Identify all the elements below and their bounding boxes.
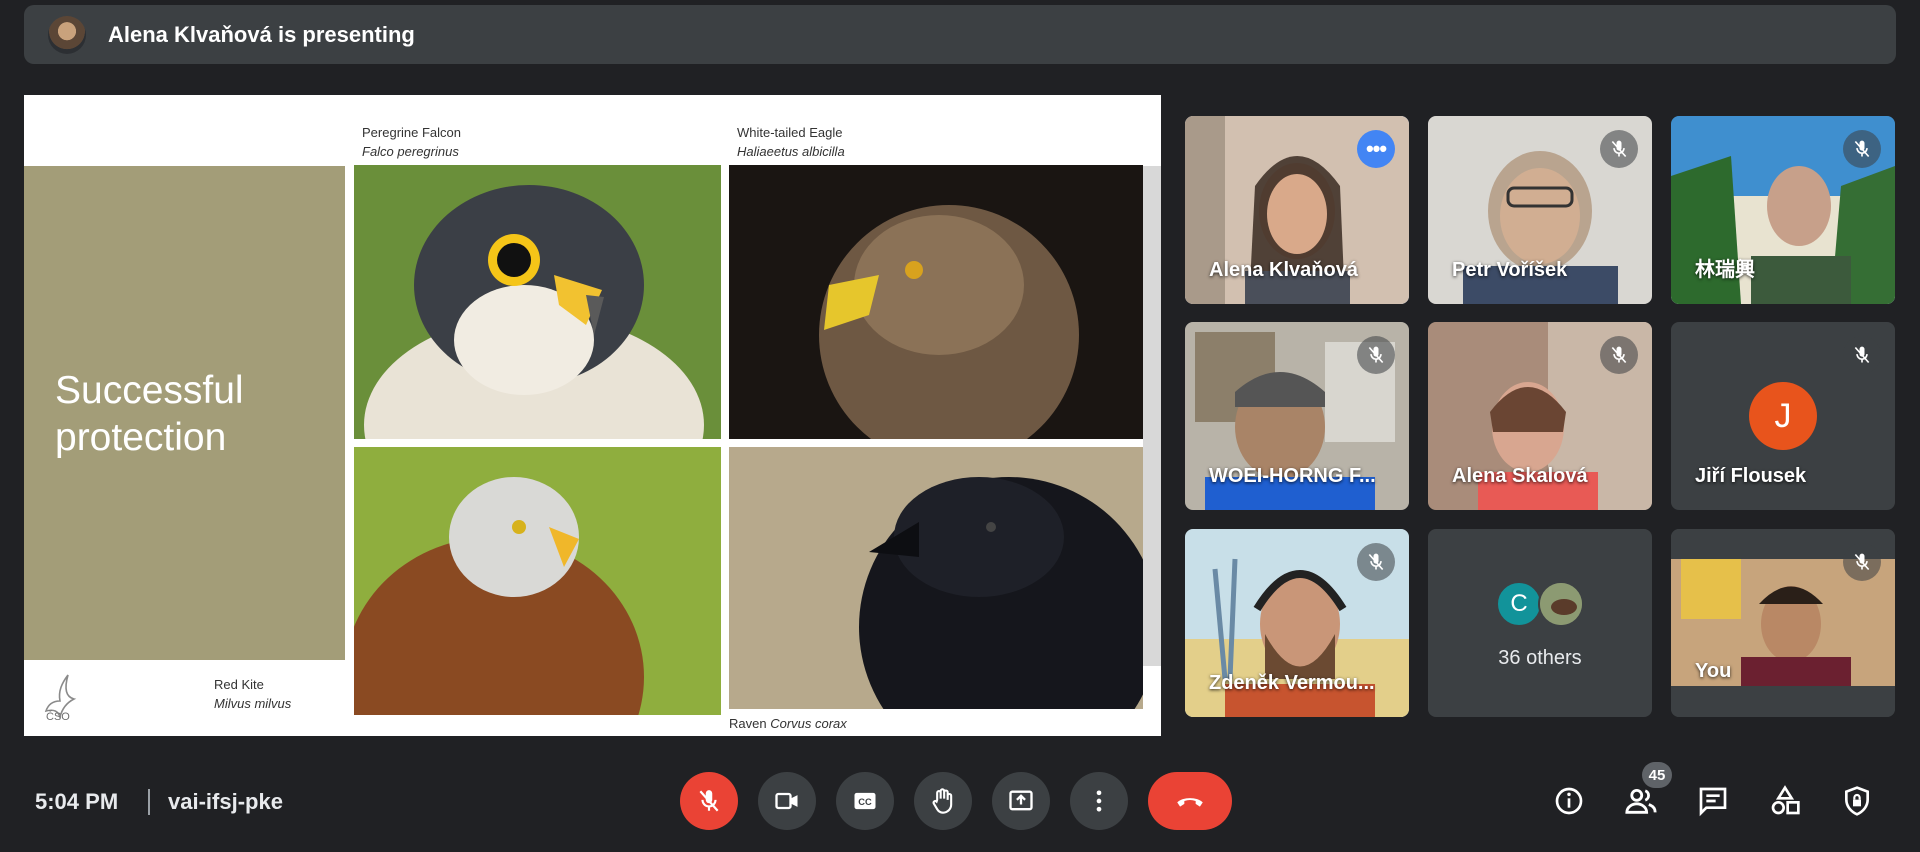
camera-icon: [775, 792, 798, 810]
raven-photo: [729, 447, 1143, 709]
avatar: J: [1749, 382, 1817, 450]
meeting-details-button[interactable]: [1550, 782, 1588, 820]
mic-off-icon: [699, 790, 719, 812]
leave-call-button[interactable]: [1148, 772, 1232, 830]
slide-title: Successful protection: [55, 367, 325, 461]
people-icon: [1625, 788, 1657, 814]
caption-raven: Raven Corvus corax: [729, 714, 847, 733]
raise-hand-icon: [932, 788, 953, 814]
mic-off-icon: [1843, 130, 1881, 168]
participant-tile-woei-horng[interactable]: WOEI-HORNG F...: [1185, 322, 1409, 510]
participant-tile-jiri-flousek[interactable]: J Jiří Flousek: [1671, 322, 1895, 510]
mic-off-icon: [1600, 336, 1638, 374]
participant-name: You: [1695, 660, 1732, 682]
captions-icon: CC: [854, 792, 876, 810]
slide-title-line2: protection: [55, 416, 227, 459]
participant-name: Alena Skalová: [1452, 465, 1588, 487]
presenting-text: Alena Klvaňová is presenting: [108, 21, 415, 47]
mic-off-icon: [1357, 336, 1395, 374]
participant-tile-petr-vorisek[interactable]: Petr Voříšek: [1428, 116, 1652, 304]
present-now-button[interactable]: [992, 772, 1050, 830]
caption-latin: Falco peregrinus: [362, 144, 459, 159]
presenter-avatar: [48, 15, 86, 54]
activities-icon: [1771, 785, 1800, 815]
caption-eagle: White-tailed Eagle Haliaeetus albicilla: [737, 123, 845, 161]
divider: [148, 789, 150, 815]
participant-name: Petr Voříšek: [1452, 259, 1568, 281]
red-kite-photo: [354, 447, 721, 715]
camera-toggle-button[interactable]: [758, 772, 816, 830]
host-controls-button[interactable]: [1838, 782, 1876, 820]
more-vert-icon: [1096, 790, 1102, 812]
participant-tile-alena-skalova[interactable]: Alena Skalová: [1428, 322, 1652, 510]
white-tailed-eagle-photo: [729, 165, 1143, 439]
mic-off-icon: [1600, 130, 1638, 168]
info-icon: [1555, 787, 1583, 815]
more-options-button[interactable]: •••: [1357, 130, 1395, 168]
slide-scrollbar[interactable]: [1143, 166, 1161, 666]
caption-common: Raven: [729, 716, 767, 731]
mic-off-icon: [1357, 543, 1395, 581]
slide-title-line1: Successful: [55, 369, 244, 412]
participant-tile-others[interactable]: C 36 others: [1428, 529, 1652, 717]
svg-text:CC: CC: [858, 797, 872, 807]
caption-latin: Corvus corax: [770, 716, 847, 731]
peregrine-falcon-photo: [354, 165, 721, 439]
caption-common: Peregrine Falcon: [362, 125, 461, 140]
raise-hand-button[interactable]: [914, 772, 972, 830]
participant-name: Zdeněk Vermou...: [1209, 672, 1375, 694]
participant-tile-alena-klvanova[interactable]: ••• Alena Klvaňová: [1185, 116, 1409, 304]
chat-icon: [1699, 787, 1727, 817]
host-controls-icon: [1845, 786, 1869, 816]
participant-tile-you[interactable]: You: [1671, 529, 1895, 717]
captions-button[interactable]: CC: [836, 772, 894, 830]
present-icon: [1009, 790, 1033, 811]
activities-button[interactable]: [1766, 782, 1804, 820]
chat-button[interactable]: [1694, 782, 1732, 820]
caption-latin: Haliaeetus albicilla: [737, 144, 845, 159]
caption-latin: Milvus milvus: [214, 696, 292, 711]
participant-name: 林瑞興: [1695, 259, 1755, 281]
mic-off-icon: [1843, 336, 1881, 374]
hang-up-icon: [1177, 798, 1203, 807]
presentation-slide[interactable]: Successful protection ČSO Peregrine Falc…: [24, 95, 1161, 736]
meeting-code: vai-ifsj-pke: [168, 789, 283, 814]
others-count-label: 36 others: [1498, 647, 1582, 669]
participant-name: Jiří Flousek: [1695, 465, 1807, 487]
caption-peregrine: Peregrine Falcon Falco peregrinus: [362, 123, 461, 161]
people-count-badge: 45: [1642, 762, 1672, 788]
participant-tile-zdenek[interactable]: Zdeněk Vermou...: [1185, 529, 1409, 717]
avatar: C: [1496, 581, 1542, 627]
caption-common: Red Kite: [214, 677, 264, 692]
bird-avatar-icon: [1538, 581, 1584, 627]
caption-common: White-tailed Eagle: [737, 125, 843, 140]
meeting-time: 5:04 PM: [35, 789, 119, 814]
participant-tile-lin-rui-xing[interactable]: 林瑞興: [1671, 116, 1895, 304]
mic-off-icon: [1843, 543, 1881, 581]
participant-name: Alena Klvaňová: [1209, 259, 1358, 281]
more-options-button[interactable]: [1070, 772, 1128, 830]
caption-kite: Red Kite Milvus milvus: [214, 675, 291, 713]
participant-name: WOEI-HORNG F...: [1209, 465, 1376, 487]
mic-toggle-button[interactable]: [680, 772, 738, 830]
presenting-banner: Alena Klvaňová is presenting: [24, 5, 1896, 64]
cso-logo-text: ČSO: [46, 711, 70, 723]
